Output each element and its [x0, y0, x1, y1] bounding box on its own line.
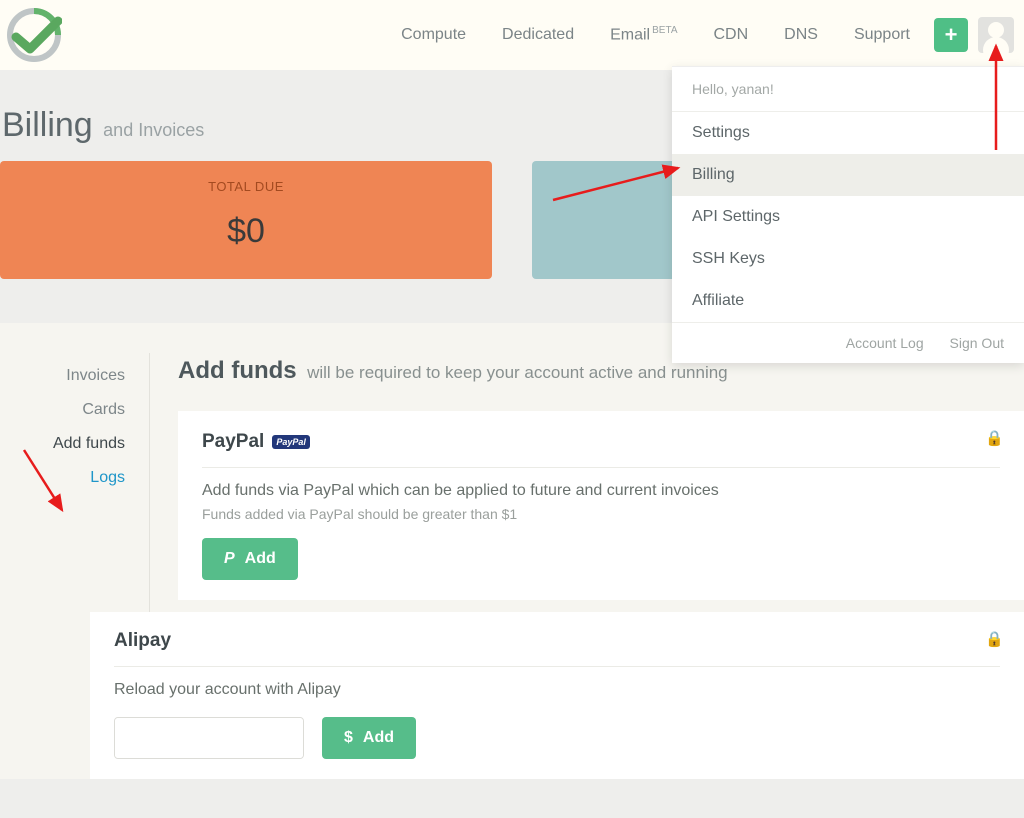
- page-title: Billing: [2, 106, 93, 144]
- dropdown-item-ssh-keys[interactable]: SSH Keys: [672, 238, 1024, 280]
- paypal-note: Funds added via PayPal should be greater…: [202, 506, 1000, 522]
- dropdown-account-log[interactable]: Account Log: [846, 335, 924, 351]
- paypal-title-row: PayPal PayPal: [202, 431, 1000, 453]
- nav-dedicated[interactable]: Dedicated: [484, 16, 592, 54]
- card-due-label: TOTAL DUE: [0, 179, 492, 194]
- top-header: Compute Dedicated EmailBETA CDN DNS Supp…: [0, 0, 1024, 70]
- sidebar-item-invoices[interactable]: Invoices: [0, 359, 149, 393]
- alipay-desc: Reload your account with Alipay: [114, 681, 1000, 699]
- lock-icon: 🔒: [985, 630, 1004, 648]
- page-subtitle: and Invoices: [103, 120, 204, 140]
- dropdown-item-settings[interactable]: Settings: [672, 112, 1024, 154]
- user-avatar[interactable]: [978, 17, 1014, 53]
- nav-email[interactable]: EmailBETA: [592, 15, 695, 54]
- sidebar-item-cards[interactable]: Cards: [0, 393, 149, 427]
- nav-compute[interactable]: Compute: [383, 16, 484, 54]
- content-title: Add funds: [178, 357, 297, 384]
- nav-support[interactable]: Support: [836, 16, 928, 54]
- alipay-add-button[interactable]: $ Add: [322, 717, 416, 759]
- main-nav: Compute Dedicated EmailBETA CDN DNS Supp…: [383, 15, 1014, 54]
- nav-dns[interactable]: DNS: [766, 16, 836, 54]
- alipay-input-row: $ $ Add: [114, 717, 1000, 759]
- dropdown-sign-out[interactable]: Sign Out: [950, 335, 1004, 351]
- paypal-desc: Add funds via PayPal which can be applie…: [202, 482, 1000, 500]
- billing-body: Invoices Cards Add funds Logs Add funds …: [0, 323, 1024, 779]
- billing-content: Add funds will be required to keep your …: [150, 353, 1024, 779]
- dropdown-item-api-settings[interactable]: API Settings: [672, 196, 1024, 238]
- paypal-badge-icon: PayPal: [272, 435, 310, 449]
- alipay-amount-wrap: $: [114, 717, 304, 759]
- paypal-title: PayPal: [202, 431, 264, 453]
- user-dropdown: Hello, yanan! Settings Billing API Setti…: [672, 66, 1024, 363]
- paypal-add-button[interactable]: P Add: [202, 538, 298, 580]
- dropdown-greeting: Hello, yanan!: [672, 67, 1024, 112]
- lock-icon: 🔒: [985, 429, 1004, 447]
- alipay-title: Alipay: [114, 630, 1000, 652]
- brand-logo[interactable]: [6, 7, 62, 63]
- card-due-value: $0: [0, 212, 492, 251]
- dropdown-footer: Account Log Sign Out: [672, 322, 1024, 363]
- content-subtitle: will be required to keep your account ac…: [307, 363, 728, 382]
- card-total-due[interactable]: TOTAL DUE $0: [0, 161, 492, 279]
- dollar-icon: $: [344, 729, 353, 747]
- divider: [114, 666, 1000, 667]
- sidebar-item-logs[interactable]: Logs: [0, 461, 149, 495]
- alipay-add-label: Add: [363, 729, 394, 747]
- add-button[interactable]: +: [934, 18, 968, 52]
- dropdown-item-affiliate[interactable]: Affiliate: [672, 280, 1024, 322]
- divider: [202, 467, 1000, 468]
- paypal-panel: PayPal PayPal 🔒 Add funds via PayPal whi…: [178, 411, 1024, 600]
- nav-cdn[interactable]: CDN: [696, 16, 767, 54]
- paypal-add-label: Add: [245, 550, 276, 568]
- sidebar-item-add-funds[interactable]: Add funds: [0, 427, 149, 461]
- paypal-icon: P: [224, 550, 235, 568]
- alipay-amount-input[interactable]: [115, 718, 304, 758]
- alipay-panel: Alipay 🔒 Reload your account with Alipay…: [90, 612, 1024, 779]
- dropdown-item-billing[interactable]: Billing: [672, 154, 1024, 196]
